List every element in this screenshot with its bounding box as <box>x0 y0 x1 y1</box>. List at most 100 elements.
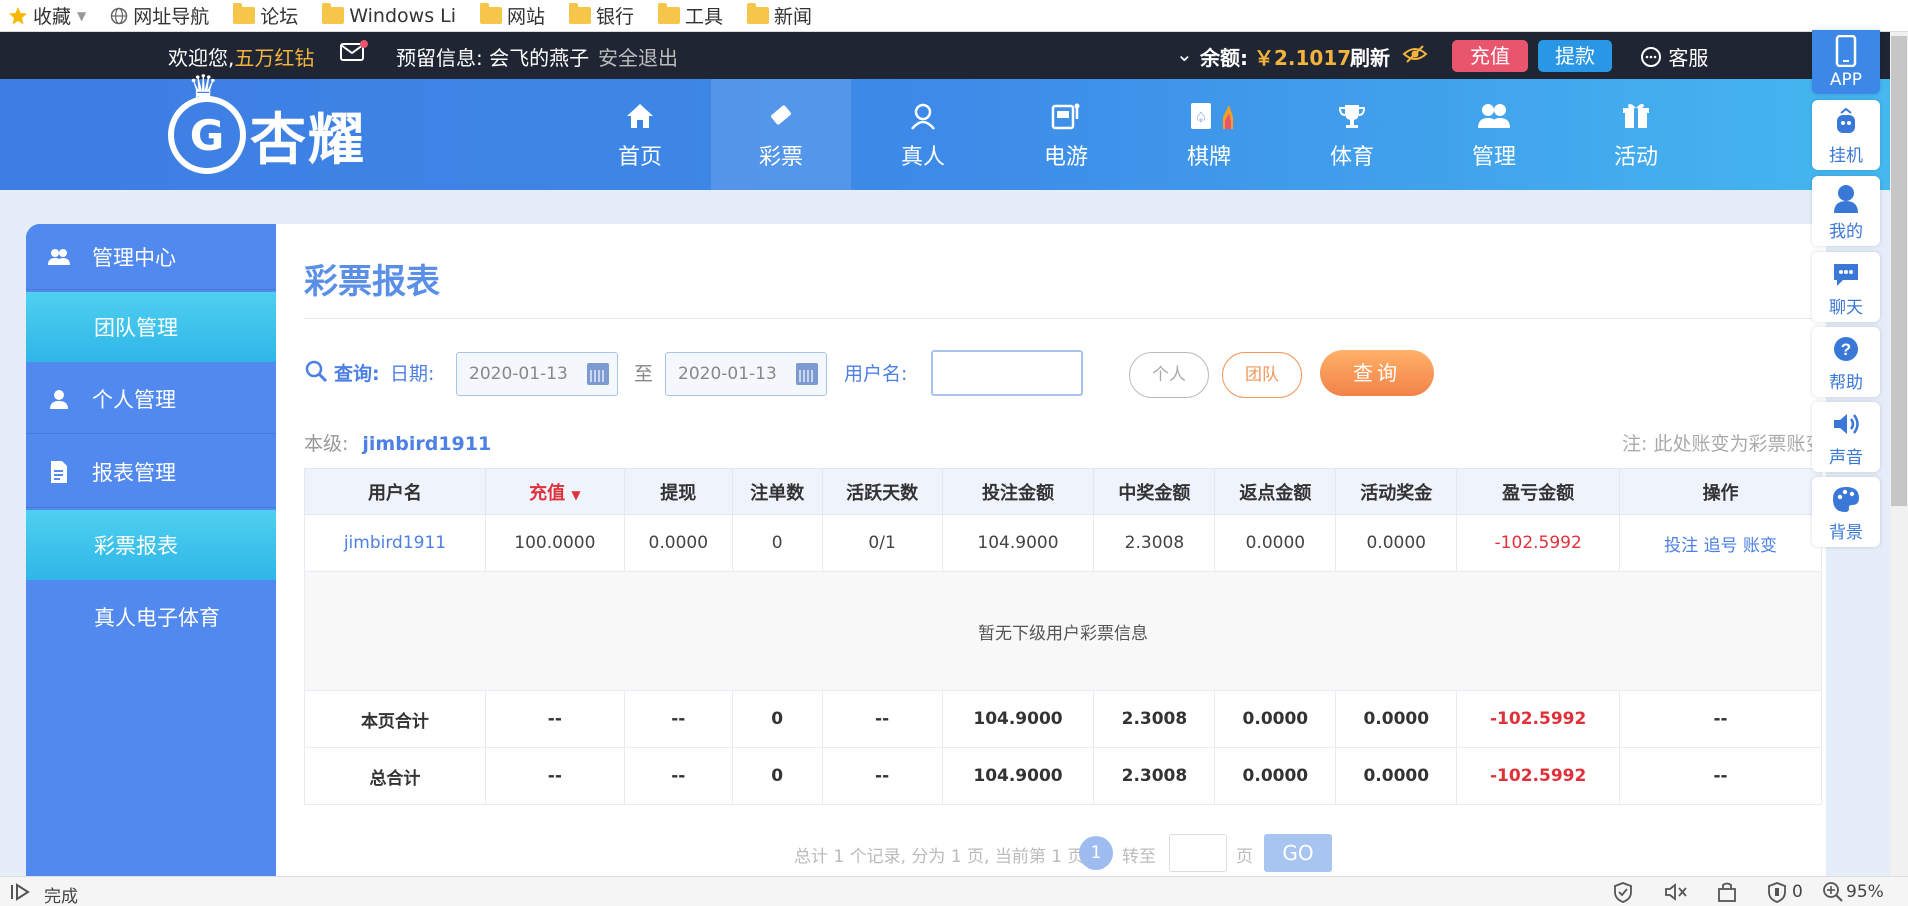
sidebar-item-report-manage[interactable]: 报表管理 <box>26 436 276 508</box>
sidebar-item-personal-manage[interactable]: 个人管理 <box>26 364 276 434</box>
recharge-button[interactable]: 充值 <box>1452 40 1528 72</box>
bookmark-nav[interactable]: 网址导航 <box>110 2 209 29</box>
scrollbar-thumb[interactable] <box>1891 36 1907 506</box>
page-total-row: 本页合计 -- -- 0 -- 104.9000 2.3008 0.0000 0… <box>304 690 1822 748</box>
row-username-link[interactable]: jimbird1911 <box>304 514 486 572</box>
col-username: 用户名 <box>304 468 486 515</box>
to-label: 至 <box>634 363 654 385</box>
bookmark-tools[interactable]: 工具 <box>658 2 723 29</box>
date-from-input[interactable]: 2020-01-13 <box>456 352 618 396</box>
ticket-icon <box>766 99 796 133</box>
chat-icon <box>1640 46 1662 73</box>
folder-icon <box>480 3 502 24</box>
col-recharge-sort[interactable]: 充值 ▼ <box>484 468 625 515</box>
svg-text:?: ? <box>1841 340 1851 359</box>
balance-label: 余额: <box>1200 46 1248 70</box>
phone-icon <box>1835 34 1857 68</box>
sidebar-item-manage-center[interactable]: 管理中心 <box>26 224 276 290</box>
withdraw-button[interactable]: 提款 <box>1538 40 1612 72</box>
bookmark-bank[interactable]: 银行 <box>569 2 634 29</box>
nav-lottery[interactable]: 彩票 <box>711 79 851 190</box>
cards-icon: ♤ <box>1179 99 1239 133</box>
mail-icon[interactable] <box>340 40 368 69</box>
user-icon <box>1832 181 1860 215</box>
username-link[interactable]: 五万红钻 <box>234 46 314 70</box>
zoom-icon[interactable] <box>1822 881 1844 906</box>
col-profit: 盈亏金额 <box>1456 468 1621 515</box>
nav-manage[interactable]: 管理 <box>1424 79 1564 190</box>
account-change-link[interactable]: 账变 <box>1743 536 1777 556</box>
page-1-button[interactable]: 1 <box>1079 836 1113 870</box>
customer-service-link[interactable]: 客服 <box>1640 42 1708 73</box>
top-info-bar: 欢迎您,五万红钻 预留信息: 会飞的燕子 安全退出 ⌄ 余额: ￥2.1017 … <box>0 32 1890 79</box>
app-download-button[interactable]: APP <box>1812 30 1880 94</box>
home-icon <box>625 99 655 133</box>
bookmark-windows[interactable]: Windows Li <box>322 3 456 27</box>
page-unit-label: 页 <box>1236 847 1253 867</box>
chevron-down-icon: ▼ <box>77 8 87 23</box>
mute-icon[interactable] <box>1664 881 1688 906</box>
users-icon <box>26 247 92 267</box>
help-button[interactable]: ? 帮助 <box>1812 327 1880 397</box>
background-button[interactable]: 背景 <box>1812 477 1880 547</box>
sidebar-toggle-icon[interactable] <box>10 883 32 906</box>
date-label: 日期: <box>390 363 435 385</box>
sound-button[interactable]: 声音 <box>1812 402 1880 472</box>
report-icon <box>26 460 92 484</box>
nav-activity[interactable]: 活动 <box>1566 79 1706 190</box>
folder-icon <box>569 3 592 24</box>
pagination: 总计 1 个记录, 分为 1 页, 当前第 1 页 1 转至 页 GO <box>276 832 1826 874</box>
bookmark-sites[interactable]: 网站 <box>480 2 545 29</box>
search-button[interactable]: 查询 <box>1320 350 1434 396</box>
zoom-level: 95% <box>1846 882 1884 902</box>
empty-row: 暂无下级用户彩票信息 <box>304 571 1822 691</box>
bet-link[interactable]: 投注 <box>1664 536 1698 556</box>
col-active-days: 活跃天数 <box>821 468 943 515</box>
date-to-input[interactable]: 2020-01-13 <box>665 352 827 396</box>
bookmark-favorites[interactable]: 收藏 ▼ <box>8 2 86 29</box>
download-icon[interactable] <box>1716 881 1738 906</box>
my-account-button[interactable]: 我的 <box>1812 176 1880 246</box>
grand-total-row: 总合计 -- -- 0 -- 104.9000 2.3008 0.0000 0.… <box>304 747 1822 805</box>
adblock-shield-icon[interactable] <box>1766 881 1788 906</box>
note-text: 注: 此处账变为彩票账变 <box>1622 433 1822 455</box>
status-text: 完成 <box>44 887 78 906</box>
calendar-icon[interactable] <box>796 363 818 385</box>
go-button[interactable]: GO <box>1264 834 1332 872</box>
pager-summary: 总计 1 个记录, 分为 1 页, 当前第 1 页 <box>794 847 1085 867</box>
dealer-icon <box>908 99 938 133</box>
team-button[interactable]: 团队 <box>1222 352 1302 398</box>
chat-button[interactable]: 聊天 <box>1812 252 1880 322</box>
sidebar-item-lottery-report[interactable]: 彩票报表 <box>26 510 276 580</box>
svg-text:♤: ♤ <box>1195 110 1208 126</box>
nav-home[interactable]: 首页 <box>570 79 710 190</box>
chat-icon <box>1831 257 1861 291</box>
nav-sports[interactable]: 体育 <box>1282 79 1422 190</box>
folder-icon <box>322 3 345 24</box>
nav-chess[interactable]: ♤ 棋牌 <box>1139 79 1279 190</box>
browser-status-bar: 完成 0 95% <box>0 876 1908 906</box>
logo-text: 杏耀 <box>250 106 366 173</box>
folder-icon <box>233 3 256 24</box>
auto-bet-button[interactable]: 挂机 <box>1812 100 1880 170</box>
bookmark-forum[interactable]: 论坛 <box>233 2 298 29</box>
logo-mark: G <box>168 68 246 174</box>
shield-check-icon[interactable] <box>1612 881 1634 906</box>
chevron-down-icon[interactable]: ⌄ <box>1176 42 1193 66</box>
username-input[interactable] <box>931 350 1083 396</box>
level-user-link[interactable]: jimbird1911 <box>362 433 491 455</box>
sidebar-item-team-manage[interactable]: 团队管理 <box>26 292 276 362</box>
bookmark-news[interactable]: 新闻 <box>747 2 812 29</box>
site-logo[interactable]: G 杏耀 <box>168 68 378 183</box>
eye-hidden-icon[interactable] <box>1402 44 1428 69</box>
logout-link[interactable]: 安全退出 <box>598 42 678 71</box>
chase-link[interactable]: 追号 <box>1704 536 1738 556</box>
nav-egame[interactable]: 电游 <box>996 79 1136 190</box>
personal-button[interactable]: 个人 <box>1129 352 1209 398</box>
page-number-input[interactable] <box>1169 834 1227 872</box>
nav-live[interactable]: 真人 <box>853 79 993 190</box>
sidebar-item-live-esports[interactable]: 真人电子体育 <box>26 582 276 652</box>
query-label: 查询: <box>304 359 380 388</box>
calendar-icon[interactable] <box>587 363 609 385</box>
refresh-link[interactable]: 刷新 <box>1350 42 1390 71</box>
